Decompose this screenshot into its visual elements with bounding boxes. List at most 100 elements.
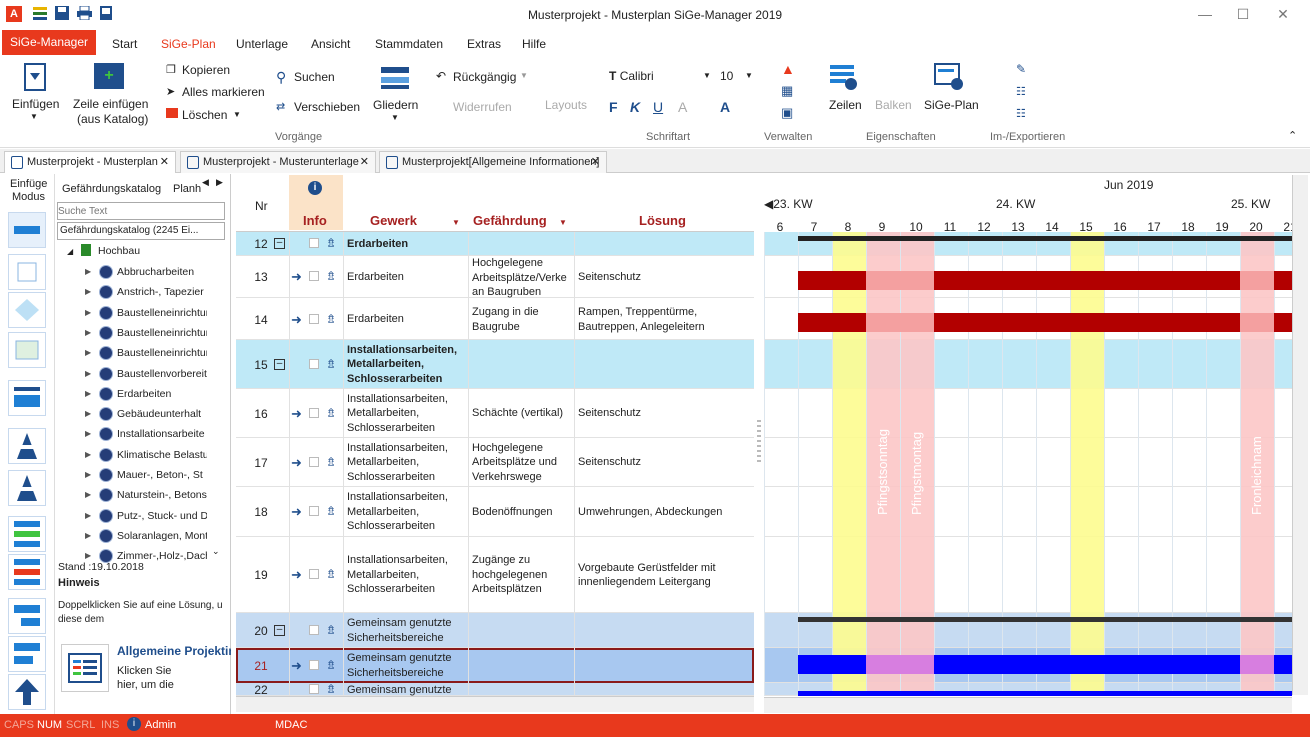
column-header-gewerk[interactable]: Gewerk [370, 213, 417, 228]
suchen-button[interactable]: Suchen [294, 70, 335, 84]
rueckgaengig-button[interactable]: Rückgängig [453, 70, 516, 84]
column-header-nr[interactable]: Nr [255, 199, 268, 213]
table-row[interactable]: 13 ➜ ⇯ Erdarbeiten Hochgelegene Arbeitsplätz… [236, 256, 754, 298]
maximize-button[interactable]: ☐ [1228, 4, 1258, 24]
vertical-scrollbar[interactable] [1292, 175, 1308, 695]
expand-arrow-icon[interactable]: ▶ [85, 287, 91, 296]
cell-loesung[interactable]: Seitenschutz [578, 406, 754, 421]
font-color-button[interactable]: A [720, 99, 730, 115]
summary-bar[interactable] [798, 617, 1292, 622]
info-card-title[interactable]: Allgemeine Projektin [117, 644, 231, 658]
bold-button[interactable]: F [609, 99, 618, 115]
tab-musterplan[interactable]: Musterprojekt - Musterplan ✕ [4, 151, 176, 173]
arrow-right-icon[interactable]: ➜ [291, 455, 302, 471]
table-row[interactable]: 12– ⇯ Erdarbeiten [236, 232, 754, 256]
insert-textbox-button[interactable] [8, 254, 46, 290]
zeile-einfuegen-button[interactable]: Zeile einfügen [73, 97, 148, 111]
expand-arrow-icon[interactable]: ▶ [85, 409, 91, 418]
expand-arrow-icon[interactable]: ▶ [85, 511, 91, 520]
hierarchy-icon[interactable]: ⇯ [326, 269, 336, 283]
menu-hilfe[interactable]: Hilfe [522, 37, 546, 51]
widerrufen-button[interactable]: Widerrufen [453, 100, 512, 114]
loeschen-button[interactable]: Löschen [182, 108, 227, 122]
cell-loesung[interactable]: Vorgebaute Gerüstfelder mit innenliegend… [578, 561, 754, 590]
gliedern-button[interactable]: Gliedern [373, 98, 418, 112]
outline-icon[interactable] [381, 65, 409, 91]
hierarchy-icon[interactable]: ⇯ [326, 357, 336, 371]
tree-item[interactable]: Abbrucharbeiten [117, 266, 207, 278]
row-checkbox[interactable] [309, 271, 319, 281]
app-menu-button[interactable]: SiGe-Manager [2, 30, 96, 55]
cell-gefaehrdung[interactable]: Hochgelegene Arbeitsplätze und Verkehrsw… [472, 441, 572, 485]
tree-item[interactable]: Anstrich-, Tapezier [117, 286, 207, 298]
collapse-ribbon-icon[interactable]: ⌃ [1288, 129, 1297, 142]
tab-allgemeine-informationen[interactable]: Musterprojekt[Allgemeine Informationen] ✕ [379, 151, 607, 173]
close-button[interactable]: ✕ [1268, 4, 1298, 24]
balken-button[interactable]: Balken [875, 98, 912, 112]
table-row[interactable]: 20– ⇯ Gemeinsam genutzte Sicherheitsbereic… [236, 613, 754, 648]
menu-extras[interactable]: Extras [467, 37, 501, 51]
collapse-toggle[interactable]: – [274, 624, 285, 636]
arrow-right-icon[interactable]: ➜ [291, 567, 302, 583]
hierarchy-icon[interactable]: ⇯ [326, 455, 336, 469]
row-checkbox[interactable] [309, 506, 319, 516]
kopieren-button[interactable]: Kopieren [182, 63, 230, 77]
table-row[interactable]: 18 ➜ ⇯ Installationsarbeiten, Metallarbeite… [236, 487, 754, 537]
cell-gefaehrdung[interactable]: Zugänge zu hochgelegenen Arbeitsplätzen [472, 553, 572, 597]
tree-item[interactable]: Baustelleneinrichtur [117, 307, 207, 319]
einfuegen-button[interactable]: Einfügen [12, 97, 59, 111]
expand-arrow-icon[interactable]: ▶ [85, 267, 91, 276]
row-checkbox[interactable] [309, 407, 319, 418]
table-row[interactable]: 15– ⇯ Installationsarbeiten, Metallarbeite… [236, 340, 754, 389]
cell-loesung[interactable]: Umwehrungen, Abdeckungen [578, 505, 754, 520]
arrow-up-icon[interactable] [8, 674, 46, 710]
tree-item[interactable]: Klimatische Belastu [117, 449, 207, 461]
splitter-handle[interactable] [757, 420, 761, 464]
expand-arrow-icon[interactable]: ▶ [85, 551, 91, 560]
tree-root[interactable]: Hochbau [98, 245, 140, 257]
insert-bar-button[interactable] [8, 380, 46, 416]
sige-plan-button[interactable]: SiGe-Plan [924, 98, 979, 112]
column-header-gefaehrdung[interactable]: Gefährdung [473, 213, 547, 228]
cell-gewerk[interactable]: Erdarbeiten [347, 312, 467, 327]
cell-loesung[interactable]: Rampen, Treppentürme, Bautreppen, Anlege… [578, 305, 754, 334]
row-checkbox[interactable] [309, 238, 319, 248]
tree-item[interactable]: Installationsarbeite [117, 428, 207, 440]
task-bar[interactable] [798, 691, 1292, 696]
menu-unterlage[interactable]: Unterlage [236, 37, 288, 51]
table-row[interactable]: 22 ⇯ Gemeinsam genutzte [236, 682, 754, 697]
tree-item[interactable]: Baustelleneinrichtur [117, 327, 207, 339]
arrow-right-icon[interactable]: ➜ [291, 658, 302, 674]
tree-item[interactable]: Putz-, Stuck- und D [117, 510, 207, 522]
insert-image-button[interactable] [8, 332, 46, 368]
hierarchy-icon[interactable]: ⇯ [326, 312, 336, 326]
building-icon[interactable]: ▦ [781, 83, 793, 99]
expand-arrow-icon[interactable]: ▶ [85, 490, 91, 499]
arrow-right-icon[interactable]: ➜ [291, 269, 302, 285]
tab-gefaehrdungskatalog[interactable]: Gefährdungskatalog [62, 183, 161, 195]
cell-loesung[interactable]: Seitenschutz [578, 270, 754, 285]
collapse-toggle[interactable]: – [274, 238, 285, 249]
menu-start[interactable]: Start [112, 37, 137, 51]
pdf-icon[interactable]: ☷ [1016, 85, 1026, 98]
chevron-down-icon[interactable]: ▼ [391, 113, 399, 122]
hierarchy-icon[interactable]: ⇯ [326, 504, 336, 518]
add-row-icon[interactable] [8, 516, 46, 552]
row-checkbox[interactable] [309, 659, 319, 670]
chevron-down-icon[interactable]: ▼ [520, 71, 528, 80]
row-checkbox[interactable] [309, 624, 319, 635]
close-icon[interactable]: ✕ [160, 152, 169, 172]
close-icon[interactable]: ✕ [360, 152, 369, 172]
tree-item[interactable]: Solaranlagen, Mont [117, 530, 207, 542]
close-icon[interactable]: ✕ [591, 152, 600, 172]
arrow-right-icon[interactable]: ➜ [291, 504, 302, 520]
cell-gewerk[interactable]: Installationsarbeiten, Metallarbeiten, S… [347, 441, 467, 485]
horizontal-scrollbar[interactable] [236, 696, 754, 712]
menu-stammdaten[interactable]: Stammdaten [375, 37, 443, 51]
chevron-down-icon[interactable]: ▼ [30, 112, 38, 121]
hierarchy-icon[interactable]: ⇯ [326, 623, 336, 637]
arrow-right-icon[interactable]: ➜ [291, 406, 302, 422]
cone-icon[interactable] [8, 470, 46, 506]
expanded-arrow-icon[interactable]: ◢ [67, 247, 73, 256]
column-header-info[interactable]: Info [303, 213, 327, 228]
